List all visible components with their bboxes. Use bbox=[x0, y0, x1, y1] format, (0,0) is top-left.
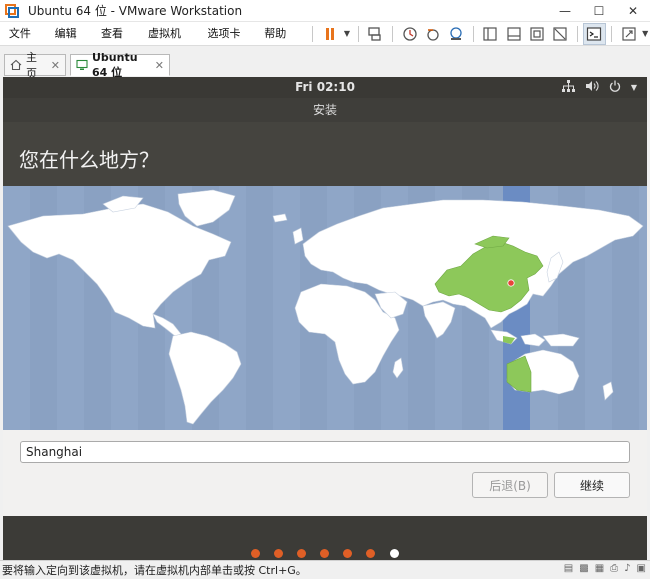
maximize-icon[interactable]: ☐ bbox=[582, 0, 616, 22]
hdd-icon[interactable]: ▤ bbox=[564, 563, 573, 574]
snapshot-icon[interactable] bbox=[398, 23, 421, 45]
installer-form: 后退(B) 继续 bbox=[3, 430, 647, 516]
vm-icon bbox=[76, 59, 88, 71]
close-icon[interactable]: ✕ bbox=[616, 0, 650, 22]
progress-dot bbox=[274, 549, 283, 558]
timezone-input[interactable] bbox=[20, 441, 630, 463]
usb-icon[interactable]: ▦ bbox=[595, 563, 604, 574]
progress-dot bbox=[297, 549, 306, 558]
tab-bar: 主页 ✕ Ubuntu 64 位 ✕ bbox=[0, 46, 650, 77]
timezone-map[interactable] bbox=[3, 186, 647, 430]
menu-help[interactable]: 帮助(H) bbox=[259, 22, 307, 46]
console-icon[interactable] bbox=[583, 23, 606, 45]
progress-dot-current bbox=[390, 549, 399, 558]
toolbar-separator bbox=[312, 26, 313, 42]
vmware-icon bbox=[5, 4, 19, 18]
menu-view[interactable]: 查看(V) bbox=[96, 22, 143, 46]
progress-dot bbox=[320, 549, 329, 558]
power-icon[interactable] bbox=[609, 80, 621, 95]
dropdown-arrow-icon[interactable]: ▼ bbox=[341, 23, 353, 45]
menu-tabs[interactable]: 选项卡(T) bbox=[202, 22, 259, 46]
tab-ubuntu-label: Ubuntu 64 位 bbox=[92, 51, 148, 80]
location-pin-icon bbox=[508, 280, 514, 286]
display-icon[interactable]: ▣ bbox=[637, 563, 646, 574]
network-icon[interactable] bbox=[562, 80, 575, 95]
tab-ubuntu[interactable]: Ubuntu 64 位 ✕ bbox=[70, 54, 170, 76]
tab-home[interactable]: 主页 ✕ bbox=[4, 54, 66, 76]
revert-snapshot-icon[interactable] bbox=[421, 23, 444, 45]
vm-screen[interactable]: Fri 02:10 ▼ 安装 您在什么地方？ bbox=[3, 77, 647, 560]
ubuntu-top-bar: Fri 02:10 ▼ bbox=[3, 77, 647, 98]
send-ctrl-alt-del-icon[interactable] bbox=[364, 23, 387, 45]
progress-dot bbox=[343, 549, 352, 558]
continue-button[interactable]: 继续 bbox=[554, 472, 630, 498]
progress-dot bbox=[251, 549, 260, 558]
back-button[interactable]: 后退(B) bbox=[472, 472, 548, 498]
volume-icon[interactable] bbox=[585, 80, 599, 95]
clock[interactable]: Fri 02:10 bbox=[3, 80, 647, 94]
window-title-bar: Ubuntu 64 位 - VMware Workstation — ☐ ✕ bbox=[0, 0, 650, 22]
home-icon bbox=[10, 59, 22, 71]
fullscreen-dropdown-icon[interactable]: ▼ bbox=[640, 23, 650, 45]
menu-edit[interactable]: 编辑(E) bbox=[50, 22, 96, 46]
network-adapter-icon[interactable]: ▩ bbox=[579, 563, 588, 574]
installer-title: 安装 bbox=[3, 98, 647, 122]
no-sharing-icon[interactable] bbox=[549, 23, 572, 45]
menu-file[interactable]: 文件(F) bbox=[4, 22, 50, 46]
snapshot-manager-icon[interactable] bbox=[445, 23, 468, 45]
minimize-icon[interactable]: — bbox=[548, 0, 582, 22]
status-text: 要将输入定向到该虚拟机，请在虚拟机内部单击或按 Ctrl+G。 bbox=[2, 562, 307, 578]
caret-down-icon[interactable]: ▼ bbox=[631, 83, 637, 92]
menu-bar: 文件(F) 编辑(E) 查看(V) 虚拟机(M) 选项卡(T) 帮助(H) ▼ … bbox=[0, 22, 650, 46]
close-icon[interactable]: ✕ bbox=[155, 59, 164, 72]
progress-dots bbox=[3, 516, 647, 560]
close-icon[interactable]: ✕ bbox=[51, 59, 60, 72]
sidebar-icon[interactable] bbox=[479, 23, 502, 45]
page-title: 您在什么地方？ bbox=[19, 144, 159, 173]
sound-icon[interactable]: ♪ bbox=[624, 563, 630, 574]
installer-header: 您在什么地方？ bbox=[3, 122, 647, 186]
printer-icon[interactable]: ⎙ bbox=[610, 563, 618, 574]
progress-dot bbox=[366, 549, 375, 558]
thumbnail-icon[interactable] bbox=[502, 23, 525, 45]
menu-vm[interactable]: 虚拟机(M) bbox=[143, 22, 203, 46]
unity-icon[interactable] bbox=[525, 23, 548, 45]
status-bar: 要将输入定向到该虚拟机，请在虚拟机内部单击或按 Ctrl+G。 ▤ ▩ ▦ ⎙ … bbox=[0, 560, 650, 579]
fullscreen-icon[interactable] bbox=[617, 23, 640, 45]
window-title: Ubuntu 64 位 - VMware Workstation bbox=[28, 2, 242, 19]
pause-icon[interactable] bbox=[318, 23, 341, 45]
